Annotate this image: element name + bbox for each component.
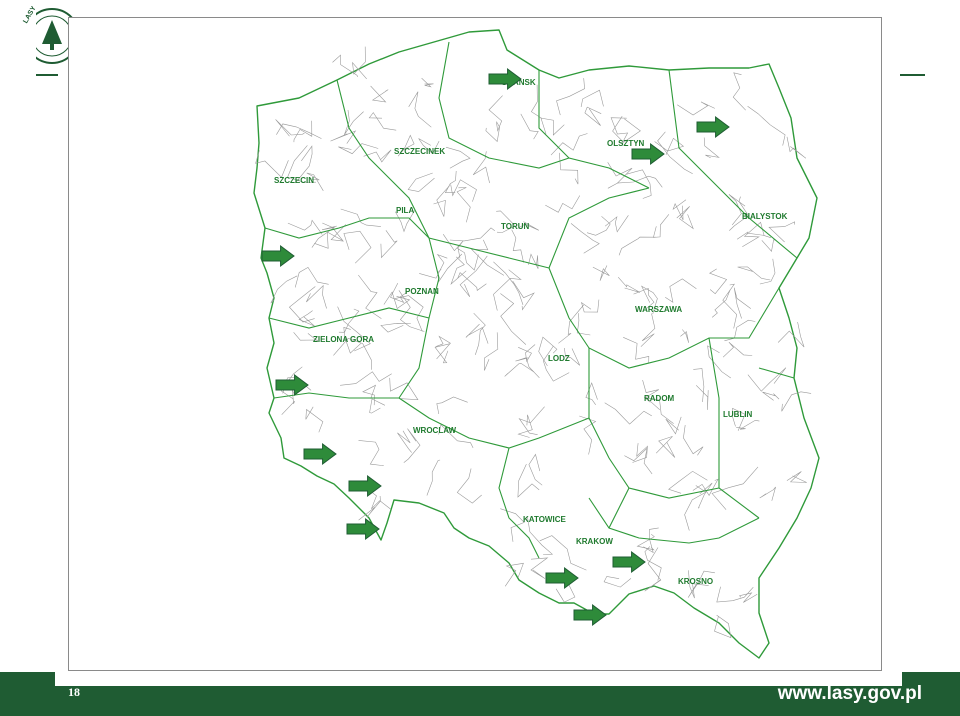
map-frame: SZCZECINEK GDANSK OLSZTYN BIALYSTOK SZCZECIN… — [68, 17, 882, 671]
header-rule-right — [900, 74, 925, 76]
region-label-krakow: KRAKOW — [576, 537, 613, 546]
website-url: www.lasy.gov.pl — [777, 683, 922, 704]
region-label-radom: RADOM — [644, 394, 675, 403]
region-label-poznan: POZNAN — [405, 287, 439, 296]
region-label-warszawa: WARSZAWA — [635, 305, 682, 314]
region-label-bialystok: BIALYSTOK — [742, 212, 788, 221]
lasy-logo-icon: LASY P — [22, 6, 74, 66]
region-label-krosno: KROSNO — [678, 577, 713, 586]
region-label-katowice: KATOWICE — [523, 515, 566, 524]
region-label-szczecin: SZCZECIN — [274, 176, 314, 185]
map-land-layer — [253, 29, 820, 659]
region-label-wroclaw: WROCLAW — [413, 426, 457, 435]
region-label-pila: PILA — [396, 206, 414, 215]
page-number: 18 — [68, 685, 80, 699]
region-label-lublin: LUBLIN — [723, 410, 753, 419]
region-label-lodz: LODZ — [548, 354, 570, 363]
region-label-szczecinek: SZCZECINEK — [394, 147, 445, 156]
region-label-zielona-gora: ZIELONA GORA — [313, 335, 374, 344]
header-rule-left — [36, 74, 58, 76]
region-label-olsztyn: OLSZTYN — [607, 139, 645, 148]
region-label-torun: TORUN — [501, 222, 530, 231]
forest-regions-map: SZCZECINEKGDANSKOLSZTYNBIALYSTOKSZCZECIN… — [253, 29, 820, 659]
footer-strip — [55, 672, 902, 686]
poland-outline — [253, 29, 820, 659]
district-line — [332, 54, 359, 78]
